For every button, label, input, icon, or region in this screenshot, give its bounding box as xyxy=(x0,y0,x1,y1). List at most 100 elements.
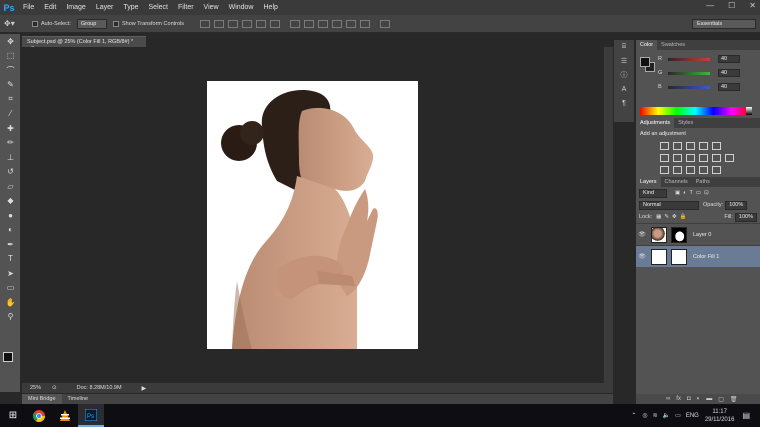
zoom-tool-icon[interactable]: ⚲ xyxy=(0,310,21,325)
gradient-map-icon[interactable] xyxy=(699,166,708,174)
menu-image[interactable]: Image xyxy=(61,4,90,11)
lock-icons[interactable]: ▦✎✥🔒 xyxy=(656,214,689,220)
green-slider[interactable] xyxy=(668,71,710,75)
properties-panel-icon[interactable]: ☰ xyxy=(614,54,634,68)
brightness-contrast-icon[interactable] xyxy=(660,142,669,150)
black-white-ramp[interactable] xyxy=(746,107,752,115)
filter-kind-dropdown[interactable]: Kind xyxy=(639,188,667,198)
channel-mixer-icon[interactable] xyxy=(712,154,721,162)
posterize-icon[interactable] xyxy=(673,166,682,174)
exposure-icon[interactable] xyxy=(699,142,708,150)
history-panel-icon[interactable]: ⌸ xyxy=(614,40,634,54)
tab-channels[interactable]: Channels xyxy=(661,177,692,187)
invert-icon[interactable] xyxy=(660,166,669,174)
clock[interactable]: 11:17 29/11/2016 xyxy=(705,408,735,424)
layer-name[interactable]: Color Fill 1 xyxy=(693,254,719,260)
menu-window[interactable]: Window xyxy=(224,4,259,11)
tab-layers[interactable]: Layers xyxy=(636,177,661,187)
color-foreground-swatch[interactable] xyxy=(640,57,650,67)
tab-paths[interactable]: Paths xyxy=(692,177,714,187)
distribute-left-icon[interactable] xyxy=(332,19,343,28)
shape-tool-icon[interactable]: ▭ xyxy=(0,281,21,296)
opacity-value[interactable]: 100% xyxy=(725,200,748,210)
fill-value[interactable]: 100% xyxy=(734,212,757,222)
status-menu-icon[interactable]: ▶ xyxy=(142,385,147,392)
hue-saturation-icon[interactable] xyxy=(660,154,669,162)
eyedropper-tool-icon[interactable]: ⁄ xyxy=(0,107,21,122)
close-button[interactable]: ✕ xyxy=(749,1,756,10)
notifications-icon[interactable]: ▤ xyxy=(742,411,750,420)
layer-mask-thumbnail[interactable] xyxy=(671,248,687,265)
vlc-icon[interactable] xyxy=(52,404,78,427)
delete-layer-icon[interactable]: 🗑 xyxy=(730,396,738,403)
clone-stamp-tool-icon[interactable]: ⊥ xyxy=(0,150,21,165)
layer-name[interactable]: Layer 0 xyxy=(693,232,711,238)
dodge-tool-icon[interactable]: ◐ xyxy=(0,223,21,238)
filter-icons[interactable]: ▣◐T▭⊡ xyxy=(675,190,712,196)
vertical-scrollbar[interactable] xyxy=(603,47,613,383)
menu-layer[interactable]: Layer xyxy=(91,4,119,11)
new-group-icon[interactable]: ▬ xyxy=(706,396,712,402)
vibrance-icon[interactable] xyxy=(712,142,721,150)
canvas-image[interactable] xyxy=(207,81,418,349)
quick-select-tool-icon[interactable]: ✎ xyxy=(0,78,21,93)
maximize-button[interactable]: ☐ xyxy=(728,1,735,10)
move-tool-preset-icon[interactable]: ✥▾ xyxy=(4,18,26,30)
blur-tool-icon[interactable]: ● xyxy=(0,208,21,223)
black-white-icon[interactable] xyxy=(686,154,695,162)
battery-icon[interactable]: ▭ xyxy=(675,412,681,419)
layer-row-color-fill[interactable]: 👁 Color Fill 1 xyxy=(636,245,760,267)
levels-icon[interactable] xyxy=(673,142,682,150)
color-swatches[interactable] xyxy=(3,352,19,368)
align-left-icon[interactable] xyxy=(242,19,253,28)
lasso-tool-icon[interactable]: ⌒ xyxy=(0,63,21,78)
align-top-icon[interactable] xyxy=(200,19,211,28)
auto-align-icon[interactable] xyxy=(380,19,391,28)
distribute-top-icon[interactable] xyxy=(290,19,301,28)
paint-bucket-tool-icon[interactable]: ◆ xyxy=(0,194,21,209)
eraser-tool-icon[interactable]: ▱ xyxy=(0,179,21,194)
tab-swatches[interactable]: Swatches xyxy=(657,40,689,50)
hand-tool-icon[interactable]: ✋ xyxy=(0,295,21,310)
new-layer-icon[interactable]: ▢ xyxy=(718,396,724,403)
distribute-vcenter-icon[interactable] xyxy=(304,19,315,28)
history-brush-tool-icon[interactable]: ↺ xyxy=(0,165,21,180)
document-tab[interactable]: Subject.psd @ 25% (Color Fill 1, RGB/8#)… xyxy=(22,36,146,51)
menu-file[interactable]: File xyxy=(18,4,39,11)
new-adjustment-icon[interactable]: ◐ xyxy=(697,396,701,402)
tab-styles[interactable]: Styles xyxy=(674,118,697,128)
distribute-right-icon[interactable] xyxy=(360,19,371,28)
move-tool-icon[interactable]: ✥ xyxy=(0,34,21,49)
auto-select-checkbox[interactable] xyxy=(32,20,38,27)
menu-view[interactable]: View xyxy=(199,4,224,11)
add-mask-icon[interactable]: ◘ xyxy=(687,396,691,402)
color-lookup-icon[interactable] xyxy=(725,154,734,162)
minimize-button[interactable]: — xyxy=(706,1,714,10)
tray-arrow-icon[interactable]: ⌃ xyxy=(631,412,636,419)
foreground-color[interactable] xyxy=(3,352,13,362)
menu-help[interactable]: Help xyxy=(259,4,283,11)
marquee-tool-icon[interactable]: ⬚ xyxy=(0,49,21,64)
selective-color-icon[interactable] xyxy=(712,166,721,174)
blend-mode-dropdown[interactable]: Normal xyxy=(639,200,699,210)
tab-adjustments[interactable]: Adjustments xyxy=(636,118,675,128)
distribute-hcenter-icon[interactable] xyxy=(346,19,357,28)
character-panel-icon[interactable]: A xyxy=(614,82,634,96)
chrome-icon[interactable] xyxy=(26,404,52,427)
brush-tool-icon[interactable]: ✏ xyxy=(0,136,21,151)
status-icon[interactable]: ⊙ xyxy=(52,385,57,391)
menu-select[interactable]: Select xyxy=(144,4,173,11)
distribute-bottom-icon[interactable] xyxy=(318,19,329,28)
tab-mini-bridge[interactable]: Mini Bridge xyxy=(22,394,62,404)
tab-timeline[interactable]: Timeline xyxy=(62,396,95,402)
volume-icon[interactable]: 🔈 xyxy=(663,412,670,419)
align-right-icon[interactable] xyxy=(270,19,281,28)
type-tool-icon[interactable]: T xyxy=(0,252,21,267)
menu-type[interactable]: Type xyxy=(118,4,143,11)
auto-select-dropdown[interactable]: Group xyxy=(76,18,107,29)
red-value[interactable]: 40 xyxy=(718,55,740,63)
align-vcenter-icon[interactable] xyxy=(214,19,225,28)
paragraph-panel-icon[interactable]: ¶ xyxy=(614,96,634,110)
info-panel-icon[interactable]: ⓘ xyxy=(614,68,634,82)
color-spectrum[interactable] xyxy=(640,107,750,115)
